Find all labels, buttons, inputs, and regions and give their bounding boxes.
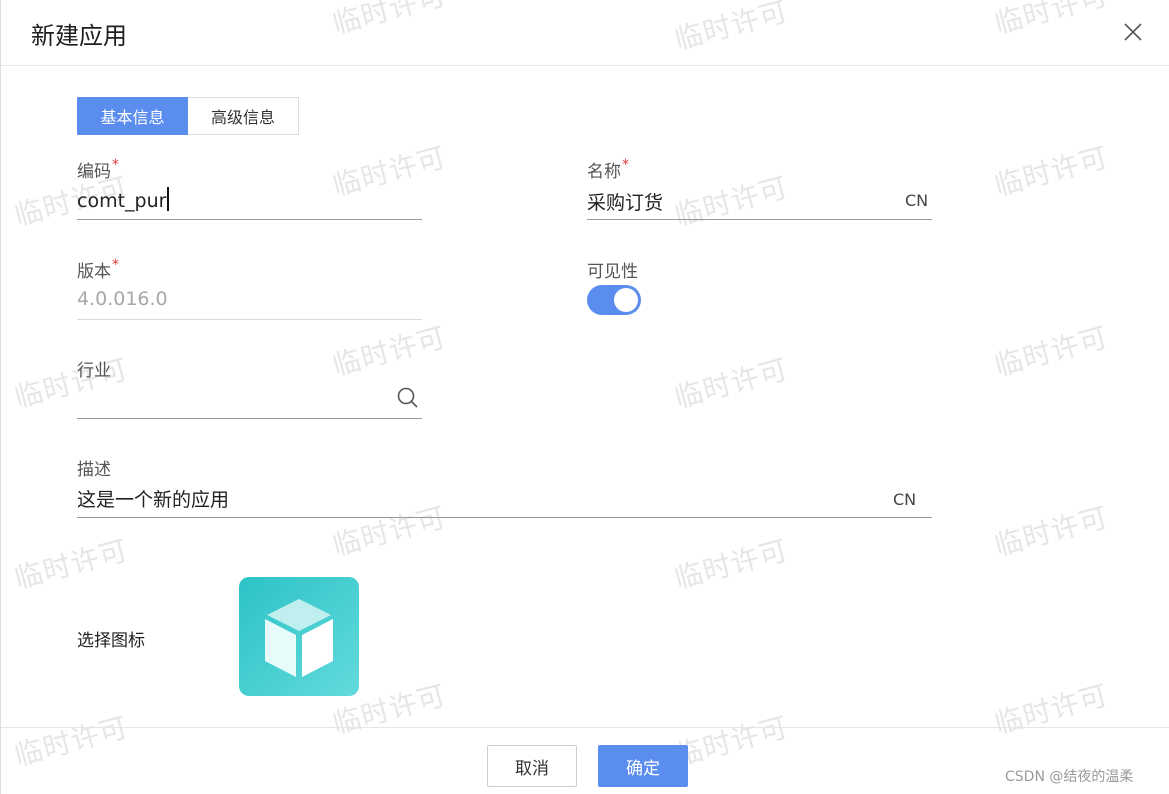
cancel-button[interactable]: 取消 bbox=[487, 745, 577, 787]
info-tabs: 基本信息 高级信息 bbox=[77, 97, 299, 135]
visibility-field: 可见性 bbox=[587, 257, 787, 321]
code-underline bbox=[77, 219, 422, 220]
cube-icon bbox=[265, 599, 333, 677]
version-input: 4.0.016.0 bbox=[77, 288, 168, 310]
new-app-dialog: 临时许可 临时许可 临时许可 临时许可 临时许可 临时许可 临时许可 临时许可 … bbox=[0, 0, 1169, 794]
required-mark: * bbox=[112, 157, 119, 173]
toggle-knob bbox=[614, 288, 638, 312]
description-label: 描述 bbox=[77, 460, 111, 480]
search-icon bbox=[397, 387, 418, 408]
close-icon bbox=[1124, 23, 1142, 41]
industry-label: 行业 bbox=[77, 361, 111, 381]
dialog-title: 新建应用 bbox=[31, 22, 127, 50]
search-button[interactable] bbox=[395, 385, 421, 411]
description-underline bbox=[77, 517, 932, 518]
dialog-header: 新建应用 bbox=[1, 0, 1169, 66]
code-input[interactable]: comt_pur bbox=[77, 187, 170, 212]
select-icon-label: 选择图标 bbox=[77, 631, 145, 651]
watermark: 临时许可 bbox=[991, 320, 1112, 383]
watermark: 临时许可 bbox=[671, 352, 792, 415]
required-mark: * bbox=[112, 257, 119, 273]
code-label: 编码* bbox=[77, 157, 119, 182]
version-label: 版本* bbox=[77, 257, 119, 282]
name-label: 名称* bbox=[587, 157, 629, 182]
watermark: 临时许可 bbox=[991, 500, 1112, 563]
close-button[interactable] bbox=[1117, 16, 1149, 48]
name-label-text: 名称 bbox=[587, 162, 621, 182]
code-label-text: 编码 bbox=[77, 162, 111, 182]
watermark: 临时许可 bbox=[11, 533, 132, 596]
version-underline bbox=[77, 319, 422, 320]
watermark: 临时许可 bbox=[671, 533, 792, 596]
description-lang-suffix[interactable]: CN bbox=[893, 490, 916, 509]
version-field: 版本* 4.0.016.0 bbox=[77, 257, 422, 321]
required-mark: * bbox=[622, 157, 629, 173]
name-input[interactable]: 采购订货 bbox=[587, 188, 663, 215]
description-field: 描述 这是一个新的应用 CN bbox=[77, 455, 932, 519]
name-field: 名称* 采购订货 CN bbox=[587, 157, 932, 221]
name-lang-suffix[interactable]: CN bbox=[905, 191, 928, 210]
name-underline bbox=[587, 219, 932, 220]
industry-underline bbox=[77, 418, 422, 419]
tab-advanced-info[interactable]: 高级信息 bbox=[188, 97, 299, 135]
app-icon-picker[interactable] bbox=[239, 577, 359, 696]
visibility-toggle[interactable] bbox=[587, 285, 641, 315]
version-label-text: 版本 bbox=[77, 262, 111, 282]
csdn-watermark: CSDN @结夜的温柔 bbox=[1005, 769, 1134, 785]
code-field: 编码* comt_pur bbox=[77, 157, 422, 221]
code-input-value: comt_pur bbox=[77, 190, 167, 212]
industry-input[interactable] bbox=[77, 387, 387, 413]
dialog-footer: 取消 确定 bbox=[1, 727, 1169, 794]
watermark: 临时许可 bbox=[991, 140, 1112, 203]
text-cursor bbox=[167, 187, 170, 211]
visibility-label: 可见性 bbox=[587, 262, 638, 282]
industry-field: 行业 bbox=[77, 356, 422, 420]
description-input[interactable]: 这是一个新的应用 bbox=[77, 485, 229, 512]
tab-basic-info[interactable]: 基本信息 bbox=[77, 97, 188, 135]
confirm-button[interactable]: 确定 bbox=[598, 745, 688, 787]
